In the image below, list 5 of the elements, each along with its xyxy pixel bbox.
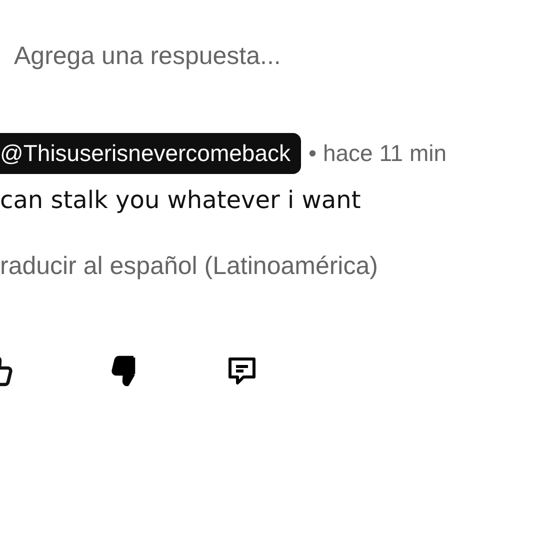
comment-text: can stalk you whatever i want [0, 186, 362, 214]
translate-link[interactable]: raducir al español (Latinoamérica) [0, 252, 560, 281]
author-name-tag[interactable]: @Thisuserisnevercomeback [0, 133, 301, 174]
reply-input-field[interactable]: Agrega una respuesta... [14, 42, 414, 71]
comment-time: • hace 11 min [308, 140, 447, 167]
